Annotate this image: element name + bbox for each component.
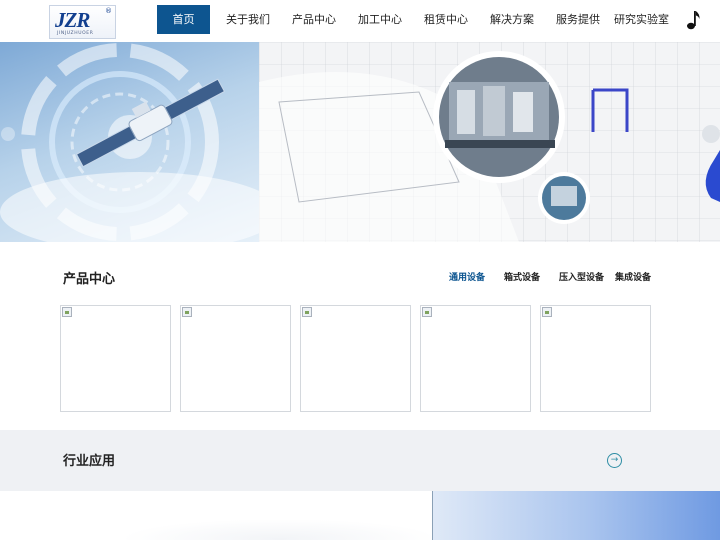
tab-general-equipment[interactable]: 通用设备 xyxy=(449,270,485,283)
logo-subtext: JINJUZHUOER xyxy=(57,31,94,36)
hero-banner xyxy=(0,42,720,242)
logo-registered-mark: ® xyxy=(105,7,112,15)
nav-item-about[interactable]: 关于我们 xyxy=(226,5,270,34)
arrow-right-circle-icon[interactable]: → xyxy=(607,453,622,468)
broken-image-icon xyxy=(542,307,552,317)
product-card[interactable] xyxy=(300,305,411,412)
bottom-right-image xyxy=(433,491,720,540)
banner-satellite-image xyxy=(0,42,259,242)
tab-press-equipment[interactable]: 压入型设备 xyxy=(559,270,604,283)
bottom-left-image xyxy=(120,519,440,540)
tab-box-equipment[interactable]: 箱式设备 xyxy=(504,270,540,283)
broken-image-icon xyxy=(62,307,72,317)
bottom-section xyxy=(0,491,720,540)
broken-image-icon xyxy=(182,307,192,317)
product-card[interactable] xyxy=(540,305,651,412)
banner-blueprint-image xyxy=(259,42,720,242)
nav-item-leasing[interactable]: 租赁中心 xyxy=(424,5,468,34)
music-note-icon[interactable] xyxy=(685,8,703,32)
nav-item-services[interactable]: 服务提供 xyxy=(556,5,600,34)
nav-item-products[interactable]: 产品中心 xyxy=(292,5,336,34)
main-nav: 首页 关于我们 产品中心 加工中心 租赁中心 解决方案 服务提供 研究实验室 xyxy=(157,5,669,34)
product-card[interactable] xyxy=(60,305,171,412)
nav-item-processing[interactable]: 加工中心 xyxy=(358,5,402,34)
nav-item-lab[interactable]: 研究实验室 xyxy=(614,5,669,34)
nav-item-home[interactable]: 首页 xyxy=(157,5,210,34)
products-section-title: 产品中心 xyxy=(63,272,116,287)
broken-image-icon xyxy=(422,307,432,317)
logo-text: JZR xyxy=(55,8,90,32)
industry-section-title: 行业应用 xyxy=(63,454,116,469)
nav-item-solutions[interactable]: 解决方案 xyxy=(490,5,534,34)
product-card[interactable] xyxy=(420,305,531,412)
broken-image-icon xyxy=(302,307,312,317)
product-card[interactable] xyxy=(180,305,291,412)
site-header: JZR ® JINJUZHUOER 首页 关于我们 产品中心 加工中心 租赁中心… xyxy=(0,0,720,42)
tab-integrated-equipment[interactable]: 集成设备 xyxy=(615,270,651,283)
logo[interactable]: JZR ® JINJUZHUOER xyxy=(49,5,116,39)
